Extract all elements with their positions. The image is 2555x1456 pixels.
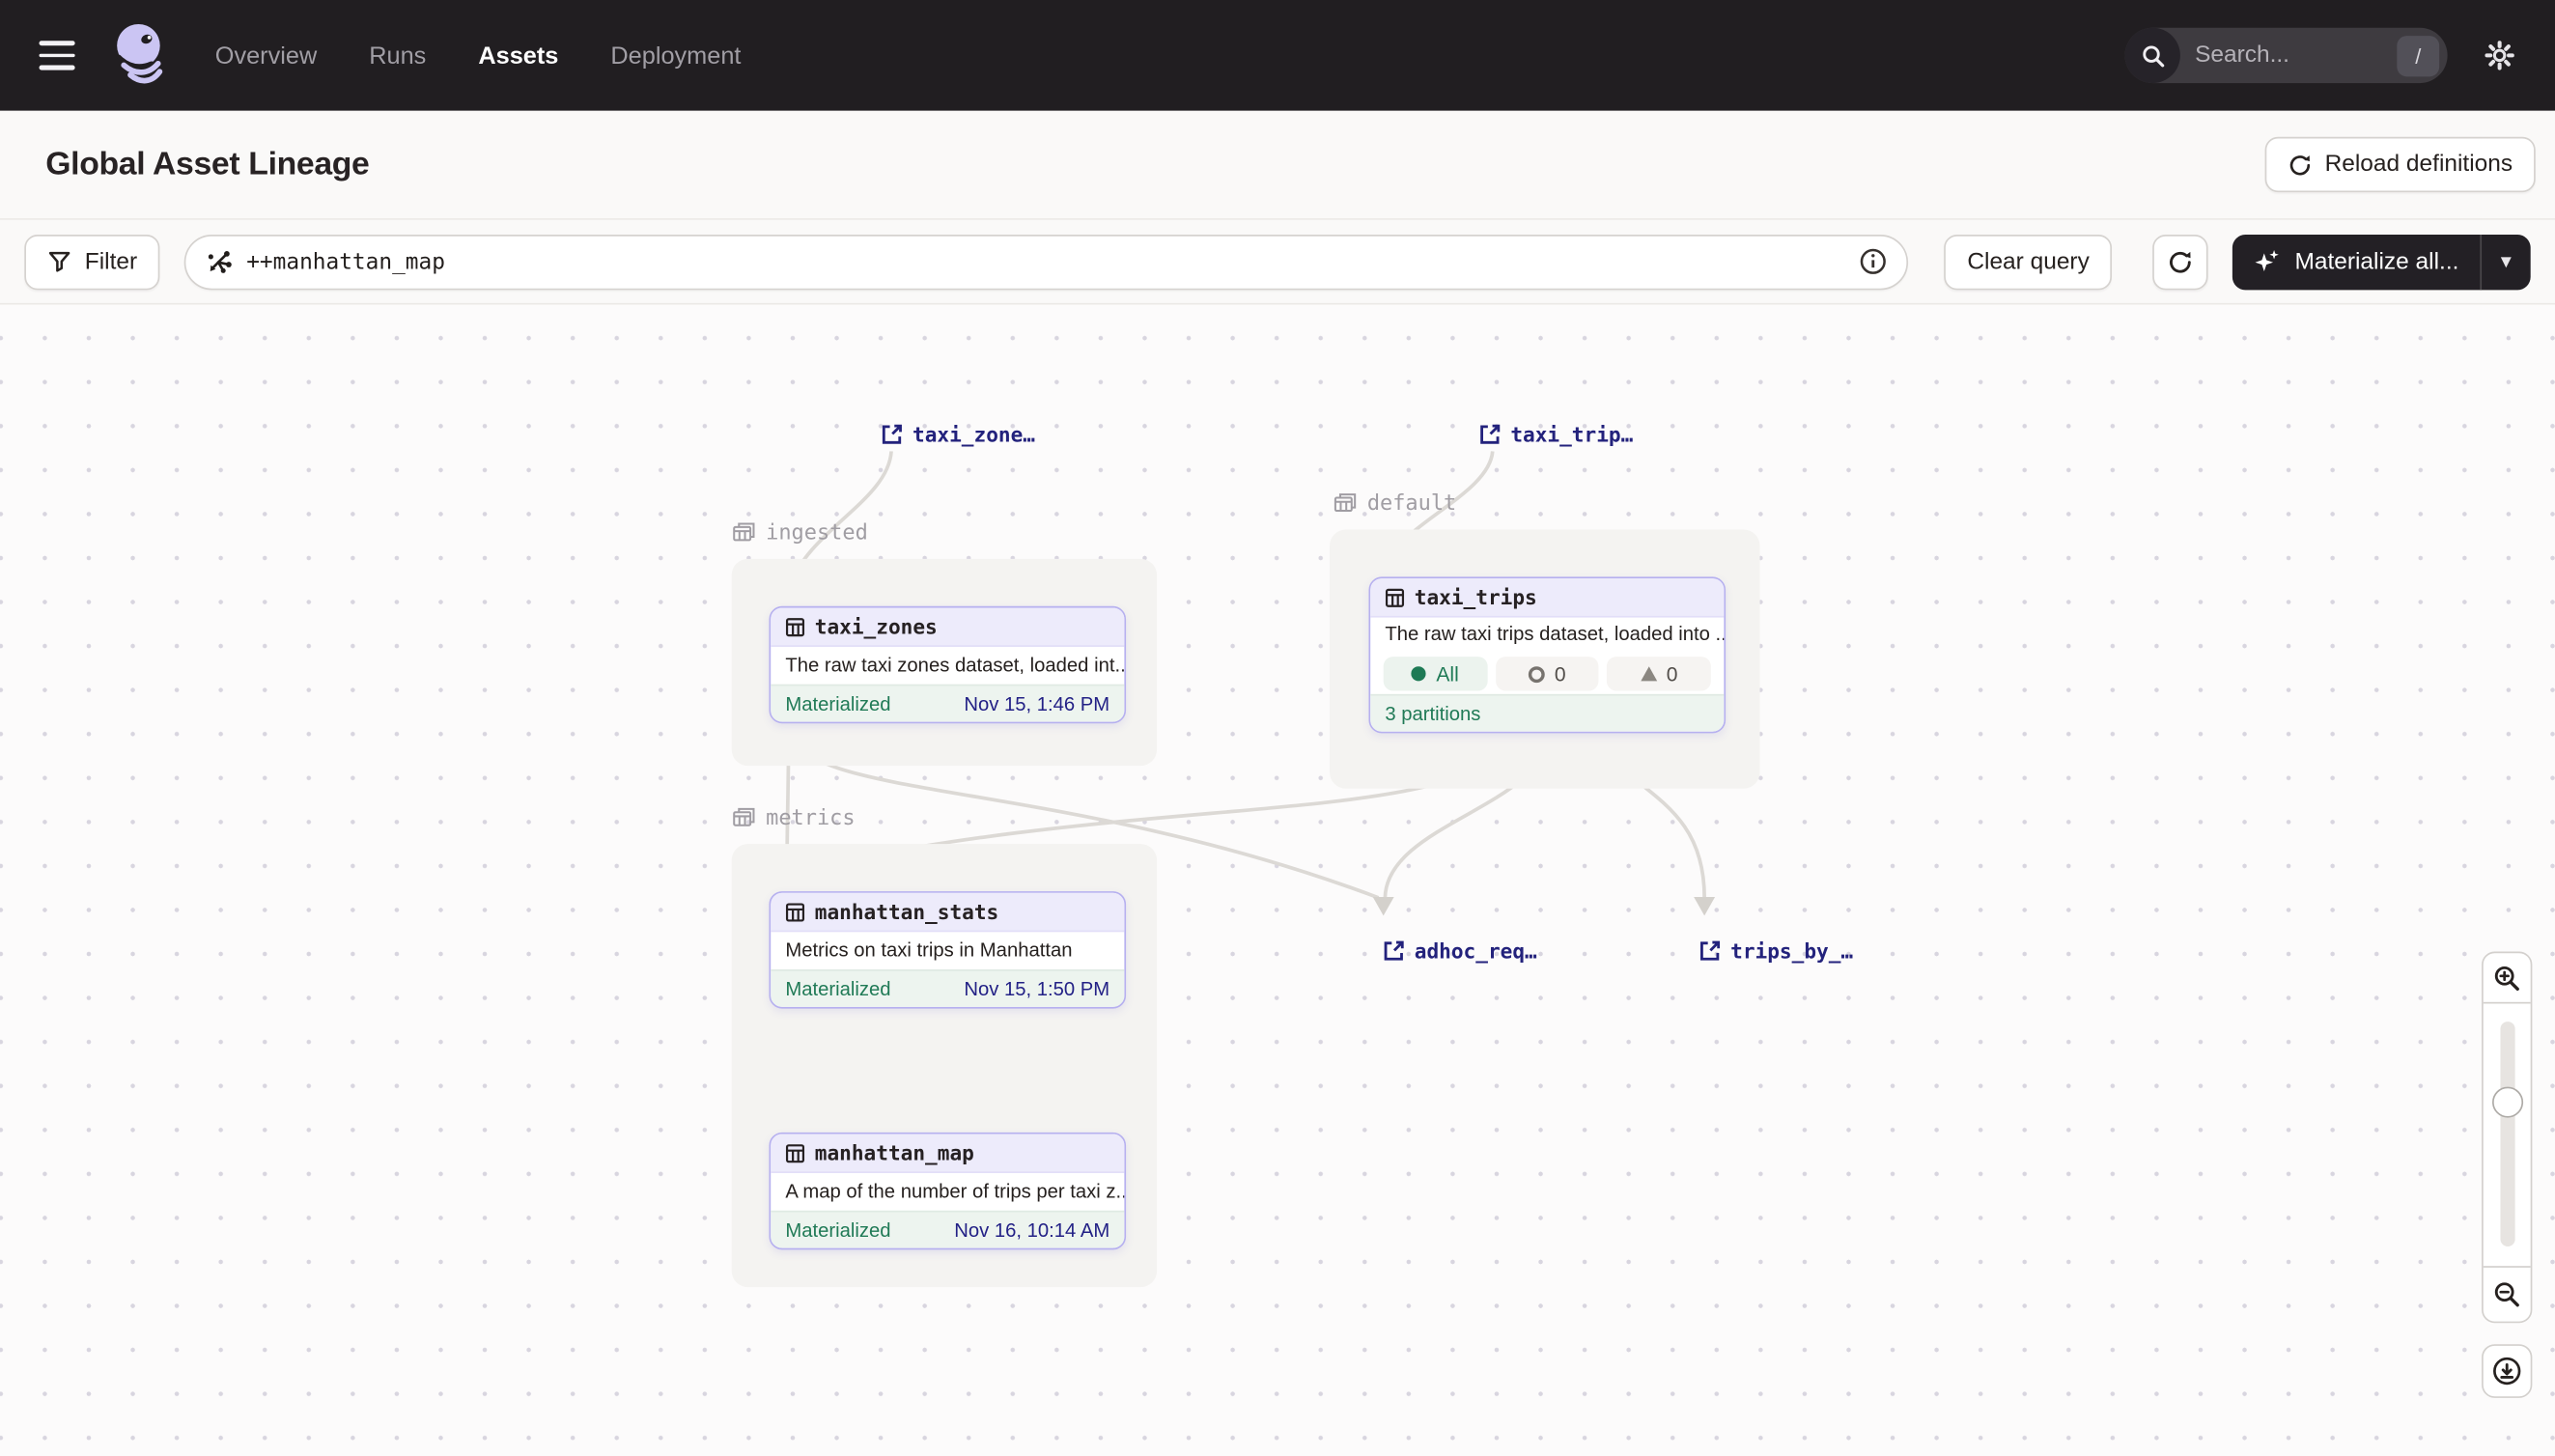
missing-ring-icon [1529, 665, 1545, 682]
filter-button[interactable]: Filter [24, 234, 159, 289]
partitions-failed-badge[interactable]: 0 [1607, 657, 1710, 690]
nav-item-overview[interactable]: Overview [215, 42, 317, 70]
lineage-canvas[interactable]: ingested default metrics taxi_zone… taxi… [0, 305, 2555, 1456]
download-icon [2491, 1356, 2522, 1386]
zoom-slider-area [2484, 1004, 2531, 1267]
asset-node-manhattan-stats[interactable]: manhattan_stats Metrics on taxi trips in… [770, 891, 1127, 1009]
asset-description: The raw taxi trips dataset, loaded into … [1370, 618, 1724, 654]
reload-definitions-button[interactable]: Reload definitions [2264, 137, 2536, 192]
search-input[interactable] [2180, 42, 2397, 69]
info-icon[interactable] [1860, 248, 1888, 276]
menu-icon[interactable] [40, 42, 75, 70]
materialization-timestamp[interactable]: Nov 15, 1:50 PM [964, 978, 1109, 1001]
zoom-slider-track[interactable] [2500, 1022, 2514, 1246]
zoom-out-button[interactable] [2484, 1266, 2531, 1321]
download-view-button[interactable] [2482, 1344, 2532, 1398]
refresh-query-button[interactable] [2153, 234, 2208, 289]
zoom-controls [2482, 952, 2532, 1324]
asset-node-manhattan-map[interactable]: manhattan_map A map of the number of tri… [770, 1133, 1127, 1250]
warning-triangle-icon [1641, 666, 1657, 681]
settings-gear-icon[interactable] [2484, 40, 2516, 72]
zoom-in-icon [2493, 964, 2521, 992]
asset-description: A map of the number of trips per taxi z.… [771, 1173, 1124, 1211]
external-asset-adhoc-req[interactable]: adhoc_req… [1384, 938, 1537, 963]
zoom-slider-handle[interactable] [2491, 1087, 2522, 1118]
dagster-logo-icon[interactable] [107, 21, 173, 90]
graph-selection-icon [206, 248, 234, 276]
group-label-metrics[interactable]: metrics [732, 806, 856, 830]
external-asset-taxi-trip[interactable]: taxi_trip… [1479, 422, 1633, 446]
page-title: Global Asset Lineage [45, 146, 369, 183]
external-asset-taxi-zone[interactable]: taxi_zone… [882, 422, 1035, 446]
lineage-toolbar: Filter Clear query [0, 220, 2555, 305]
nav-item-assets[interactable]: Assets [478, 42, 558, 70]
group-tables-icon [732, 521, 756, 546]
global-search[interactable]: / [2125, 28, 2448, 83]
partitions-all-badge[interactable]: All [1384, 657, 1487, 690]
partitions-count[interactable]: 3 partitions [1385, 702, 1480, 725]
filter-funnel-icon [47, 249, 71, 273]
materialization-timestamp[interactable]: Nov 16, 10:14 AM [954, 1218, 1109, 1242]
partition-badges: All 0 0 [1370, 654, 1724, 694]
top-nav: Overview Runs Assets Deployment / [0, 0, 2555, 111]
asset-title: taxi_trips [1415, 585, 1537, 609]
external-link-icon [1384, 940, 1405, 962]
table-icon [785, 617, 804, 636]
success-dot-icon [1412, 666, 1426, 681]
external-asset-trips-by[interactable]: trips_by_… [1699, 938, 1853, 963]
materialization-timestamp[interactable]: Nov 15, 1:46 PM [964, 692, 1109, 715]
external-link-icon [1699, 940, 1721, 962]
nav-item-deployment[interactable]: Deployment [610, 42, 741, 70]
group-tables-icon [732, 806, 756, 830]
partitions-missing-badge[interactable]: 0 [1496, 657, 1599, 690]
table-icon [1385, 587, 1404, 606]
search-icon [2125, 28, 2180, 83]
page-header: Global Asset Lineage Reload definitions [0, 111, 2555, 220]
asset-node-taxi-trips[interactable]: taxi_trips The raw taxi trips dataset, l… [1369, 576, 1727, 733]
zoom-out-icon [2493, 1280, 2521, 1308]
asset-title: manhattan_stats [815, 900, 999, 924]
asset-description: The raw taxi zones dataset, loaded int..… [771, 647, 1124, 685]
materialize-dropdown-caret[interactable]: ▼ [2482, 234, 2531, 289]
status-badge: Materialized [785, 978, 890, 1001]
table-icon [785, 902, 804, 921]
asset-selection-input-wrap [184, 234, 1909, 289]
search-shortcut-badge: / [2397, 35, 2439, 75]
primary-nav: Overview Runs Assets Deployment [215, 42, 742, 70]
zoom-in-button[interactable] [2484, 953, 2531, 1003]
asset-title: manhattan_map [815, 1140, 974, 1164]
dagster-app: Overview Runs Assets Deployment / [0, 0, 2555, 1456]
sparkle-icon [2254, 248, 2282, 276]
group-tables-icon [1333, 492, 1357, 517]
refresh-icon [2168, 248, 2194, 274]
group-label-default[interactable]: default [1333, 492, 1456, 517]
external-link-icon [1479, 424, 1501, 445]
materialize-all-button[interactable]: Materialize all... ▼ [2232, 234, 2530, 289]
asset-selection-input[interactable] [234, 248, 1860, 274]
lineage-edges [0, 305, 2555, 1456]
external-link-icon [882, 424, 903, 445]
clear-query-button[interactable]: Clear query [1945, 234, 2113, 289]
asset-description: Metrics on taxi trips in Manhattan [771, 932, 1124, 969]
asset-node-taxi-zones[interactable]: taxi_zones The raw taxi zones dataset, l… [770, 606, 1127, 724]
table-icon [785, 1143, 804, 1162]
status-badge: Materialized [785, 1218, 890, 1242]
group-label-ingested[interactable]: ingested [732, 521, 868, 546]
refresh-icon [2288, 153, 2312, 177]
asset-title: taxi_zones [815, 614, 938, 638]
nav-item-runs[interactable]: Runs [369, 42, 426, 70]
status-badge: Materialized [785, 692, 890, 715]
